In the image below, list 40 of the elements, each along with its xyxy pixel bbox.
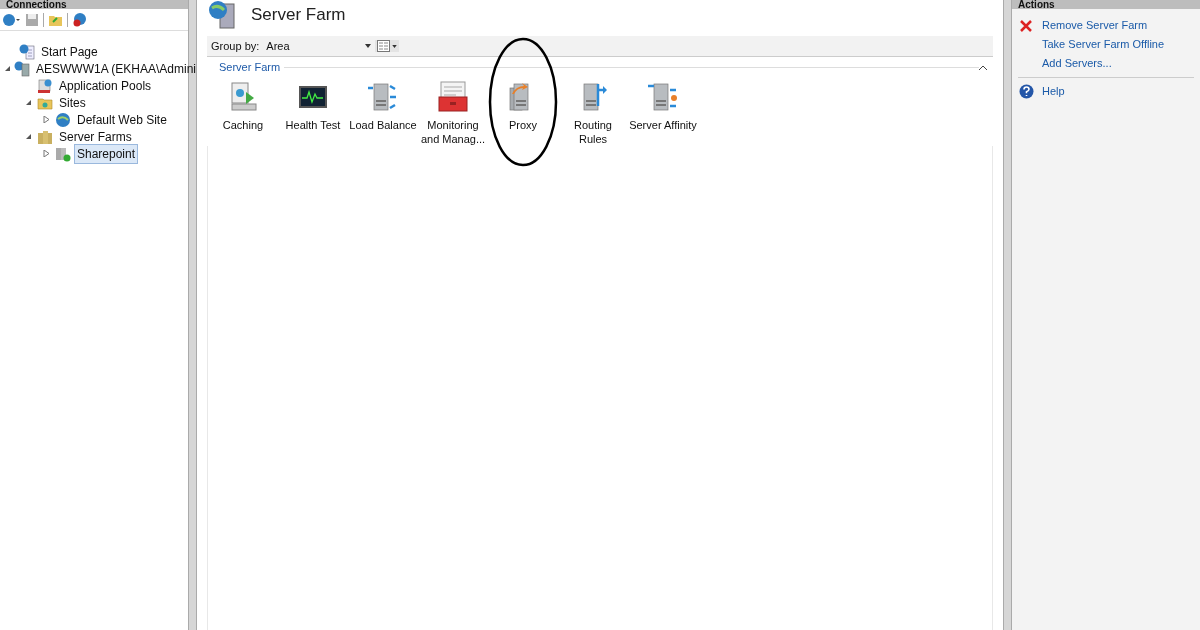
tree-item[interactable]: Sharepoint — [74, 143, 139, 164]
group-header: Server Farm — [219, 60, 281, 75]
view-dropdown[interactable] — [375, 40, 400, 52]
action-link[interactable]: Help — [1042, 83, 1065, 100]
grid-view-icon — [377, 40, 391, 52]
globe-page-icon — [19, 43, 35, 60]
collapse-caret-icon[interactable] — [979, 64, 987, 70]
globe-disconnect-icon[interactable] — [72, 12, 88, 27]
collapse-arrow-icon[interactable] — [4, 65, 11, 72]
server-globe-icon — [207, 0, 237, 30]
pool-icon — [37, 77, 53, 94]
feature-item[interactable]: Load Balance — [348, 79, 418, 146]
feature-item[interactable]: Health Test — [278, 79, 348, 146]
globe-icon[interactable] — [3, 12, 21, 27]
close-icon — [1019, 18, 1033, 33]
expand-arrow-icon[interactable] — [42, 116, 50, 123]
server-globe-icon — [14, 60, 30, 77]
panel-header: Actions — [1012, 0, 1200, 9]
action-link[interactable]: Take Server Farm Offline — [1042, 36, 1165, 53]
expand-arrow-icon[interactable] — [42, 150, 50, 157]
group-by-label: Group by: — [211, 38, 260, 54]
caret-icon — [392, 44, 398, 48]
toolbox-icon — [436, 79, 470, 114]
servers-icon — [37, 128, 53, 145]
feature-item[interactable]: Monitoring and Manag... — [418, 79, 488, 146]
feature-item[interactable]: Caching — [208, 79, 278, 146]
collapse-arrow-icon[interactable] — [24, 99, 32, 106]
help-icon — [1018, 84, 1034, 99]
server-farm-icon — [55, 145, 71, 162]
caret-icon — [365, 44, 372, 48]
panel-header: Connections — [0, 0, 188, 9]
feature-item[interactable]: Routing Rules — [558, 79, 628, 146]
feature-item[interactable]: Server Affinity — [628, 79, 698, 146]
action-link[interactable]: Remove Server Farm — [1042, 17, 1148, 34]
globe-icon — [55, 111, 71, 128]
collapse-arrow-icon[interactable] — [24, 133, 32, 140]
group-by-dropdown[interactable]: Area — [266, 37, 372, 55]
save-icon[interactable] — [25, 12, 39, 27]
action-link[interactable]: Add Servers... — [1042, 55, 1112, 72]
page-title: Server Farm — [251, 4, 346, 27]
